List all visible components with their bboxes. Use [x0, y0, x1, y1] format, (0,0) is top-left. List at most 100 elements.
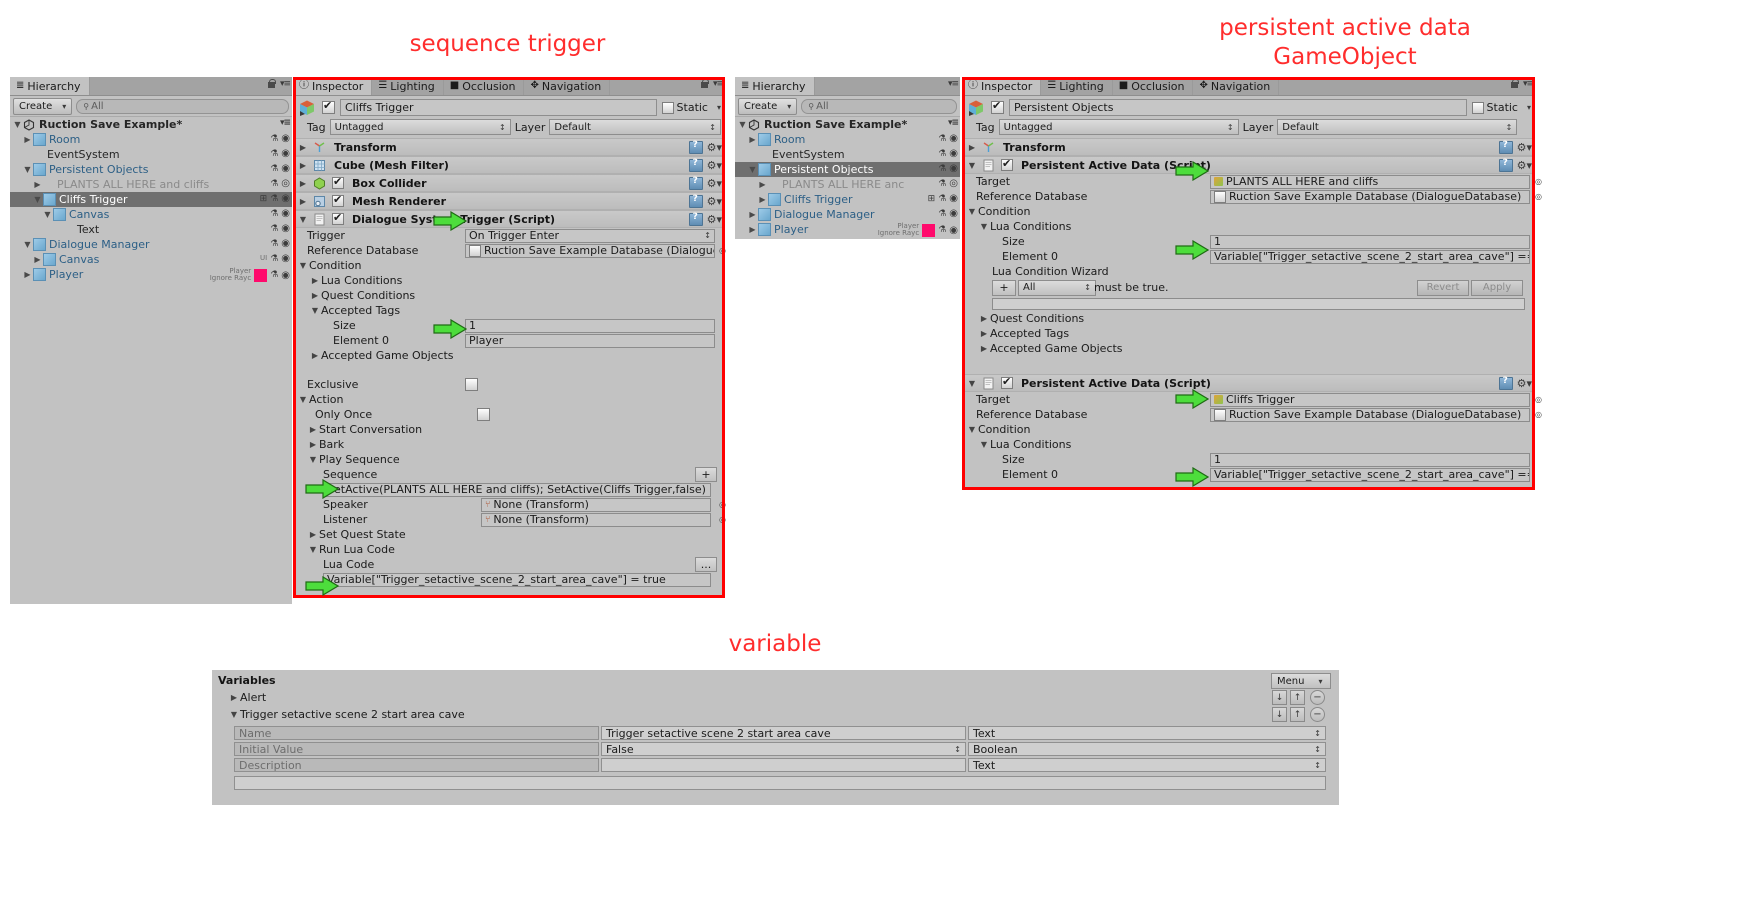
variable-row-alert[interactable]: ▶ Alert — [228, 691, 266, 704]
tab-hierarchy-left[interactable]: ≣ Hierarchy — [10, 77, 90, 95]
expand-icon[interactable]: ▶ — [309, 351, 321, 360]
variable-row-trigger[interactable]: ▼ Trigger setactive scene 2 start area c… — [228, 708, 465, 721]
expand-icon[interactable]: ▶ — [307, 530, 319, 539]
component-enabled-checkbox[interactable] — [1001, 375, 1013, 389]
trigger-dropdown[interactable]: On Trigger Enter ↕ — [465, 228, 715, 243]
collapse-icon[interactable]: ▼ — [42, 210, 53, 219]
audio-icon[interactable]: ⚗ — [938, 225, 946, 235]
variables-menu-button[interactable]: Menu ▾ — [1271, 673, 1331, 689]
lock-icon[interactable] — [1510, 79, 1519, 89]
gear-icon[interactable]: ⚙▾ — [707, 141, 722, 154]
expand-icon[interactable]: ▶ — [978, 314, 990, 323]
expand-icon[interactable]: ▶ — [978, 344, 990, 353]
visibility-eye-icon[interactable]: ◉ — [949, 163, 958, 174]
collapse-icon[interactable]: ▼ — [22, 240, 33, 249]
tab-occlusion-right[interactable]: ■ Occlusion — [1113, 77, 1194, 95]
tab-inspector-right[interactable]: ⓘ Inspector — [962, 77, 1042, 95]
visibility-eye-icon[interactable]: ◉ — [281, 163, 290, 174]
visibility-eye-icon[interactable]: ◉ — [949, 148, 958, 159]
audio-icon[interactable]: ⚗ — [938, 164, 946, 174]
target-field[interactable]: Cliffs Trigger — [1210, 392, 1530, 407]
gear-icon[interactable]: ⚙▾ — [707, 177, 722, 190]
expand-icon[interactable]: ▶ — [307, 425, 319, 434]
expand-icon[interactable]: ▶ — [22, 270, 33, 279]
variable-description-box[interactable] — [234, 776, 1326, 790]
bark-foldout[interactable]: ▶ Bark — [293, 437, 725, 452]
expand-icon[interactable]: ▶ — [307, 440, 319, 449]
search-input-left[interactable]: ⚲ All — [76, 98, 289, 114]
collapse-icon[interactable]: ▼ — [966, 161, 978, 170]
condition-foldout[interactable]: ▼ Condition — [293, 258, 725, 273]
scene-expand-icon[interactable]: ▼ — [12, 120, 23, 129]
gear-icon[interactable]: ⚙▾ — [1517, 141, 1532, 154]
quest-conditions-foldout[interactable]: ▶ Quest Conditions — [293, 288, 725, 303]
lua-conditions-foldout[interactable]: ▼ Lua Conditions — [962, 219, 1535, 234]
component-enabled-checkbox[interactable] — [332, 175, 344, 189]
help-icon[interactable] — [688, 140, 703, 154]
layer-dropdown[interactable]: Default ↕ — [1277, 119, 1518, 135]
object-picker-icon[interactable]: ◎ — [1535, 395, 1542, 404]
visibility-eye-icon[interactable]: ◉ — [281, 193, 290, 204]
condition-foldout[interactable]: ▼ Condition — [962, 204, 1535, 219]
lua-code-text-field[interactable]: Variable["Trigger_setactive_scene_2_star… — [323, 572, 711, 587]
collapse-icon[interactable]: ▼ — [297, 215, 309, 224]
expand-icon[interactable]: ▶ — [297, 179, 309, 188]
visibility-eye-icon[interactable]: ◉ — [281, 238, 290, 249]
panel-menu-icon[interactable]: ▾≡ — [1523, 79, 1534, 89]
move-up-button[interactable]: ↑ — [1290, 690, 1305, 705]
create-button-right[interactable]: Create ▾ — [738, 97, 798, 115]
gameobject-enabled-checkbox[interactable] — [991, 99, 1004, 114]
quest-conditions-foldout[interactable]: ▶ Quest Conditions — [962, 311, 1535, 326]
audio-icon[interactable]: ⚗ — [270, 194, 278, 204]
size-field[interactable]: 1 — [1210, 452, 1530, 467]
element0-field[interactable]: Player — [465, 333, 715, 348]
collapse-icon[interactable]: ▼ — [297, 395, 309, 404]
hierarchy-item[interactable]: ▶ EventSystem ⚗◉ — [10, 147, 292, 162]
component-header[interactable]: ▼Persistent Active Data (Script)⚙▾ — [962, 156, 1535, 174]
add-condition-button[interactable]: + — [992, 279, 1016, 296]
gameobject-name-field[interactable]: Cliffs Trigger — [340, 99, 657, 116]
size-field[interactable]: 1 — [1210, 234, 1530, 249]
target-field[interactable]: PLANTS ALL HERE and cliffs — [1210, 174, 1530, 189]
property-checkbox[interactable] — [465, 378, 478, 391]
move-down-button[interactable]: ↓ — [1272, 690, 1287, 705]
variable-field-type[interactable]: Text ↕ — [968, 726, 1326, 740]
hierarchy-item[interactable]: ▶ Dialogue Manager ⚗ ◉ — [735, 207, 960, 222]
tab-inspector-left[interactable]: ⓘ Inspector — [293, 77, 373, 95]
visibility-eye-icon[interactable]: ◉ — [281, 270, 290, 281]
move-up-button-2[interactable]: ↑ — [1290, 707, 1305, 722]
revert-button[interactable]: Revert — [1417, 279, 1469, 296]
help-icon[interactable] — [688, 158, 703, 172]
hierarchy-item[interactable]: ▶ PLANTS ALL HERE and cliffs ⚗ ◎ — [10, 177, 292, 192]
hierarchy-item[interactable]: ▼ Cliffs Trigger ⊞ ⚗ ◉ — [10, 192, 292, 207]
expand-icon[interactable]: ▶ — [309, 276, 321, 285]
gear-icon[interactable]: ⚙▾ — [707, 213, 722, 226]
scene-root-row-right[interactable]: ▼ Ruction Save Example* ▾≡ — [735, 117, 960, 132]
audio-icon[interactable]: ⚗ — [938, 149, 946, 159]
element0-field[interactable]: Variable["Trigger_setactive_scene_2_star… — [1210, 249, 1530, 264]
expand-icon[interactable]: ▶ — [22, 135, 33, 144]
component-header[interactable]: ▼Dialogue System Trigger (Script)⚙▾ — [293, 210, 725, 228]
condition-foldout[interactable]: ▼ Condition — [962, 422, 1535, 437]
tab-navigation-right[interactable]: ✥ Navigation — [1193, 77, 1280, 95]
chevron-down-icon[interactable]: ▾ — [717, 103, 721, 112]
component-header[interactable]: ▶ Mesh Renderer ⚙▾ — [293, 192, 725, 210]
hierarchy-item[interactable]: ▶ Player Player Ignore Rayc ⚗ ◉ — [735, 222, 960, 237]
move-down-button-2[interactable]: ↓ — [1272, 707, 1287, 722]
expand-icon[interactable]: ▶ — [297, 143, 309, 152]
tab-occlusion-left[interactable]: ■ Occlusion — [444, 77, 525, 95]
set-quest-state-foldout[interactable]: ▶ Set Quest State — [293, 527, 725, 542]
scene-row-menu[interactable]: ▾≡ — [280, 118, 291, 128]
visibility-eye-icon[interactable]: ◉ — [281, 223, 290, 234]
collapse-icon[interactable]: ▼ — [297, 261, 309, 270]
visibility-eye-icon[interactable]: ◉ — [949, 193, 958, 204]
audio-icon[interactable]: ⚗ — [270, 254, 278, 264]
component-header[interactable]: ▶ Transform ⚙▾ — [962, 138, 1535, 156]
remove-button[interactable]: − — [1310, 690, 1325, 705]
expand-icon[interactable]: ▶ — [32, 255, 43, 264]
audio-icon[interactable]: ⚗ — [938, 179, 946, 189]
hierarchy-item[interactable]: ▼ Canvas ⚗ ◉ — [10, 207, 292, 222]
help-icon[interactable] — [1498, 140, 1513, 154]
reference-database-field[interactable]: Ruction Save Example Database (DialogueD… — [1210, 189, 1530, 204]
variable-field-value[interactable]: Trigger setactive scene 2 start area cav… — [601, 726, 966, 740]
